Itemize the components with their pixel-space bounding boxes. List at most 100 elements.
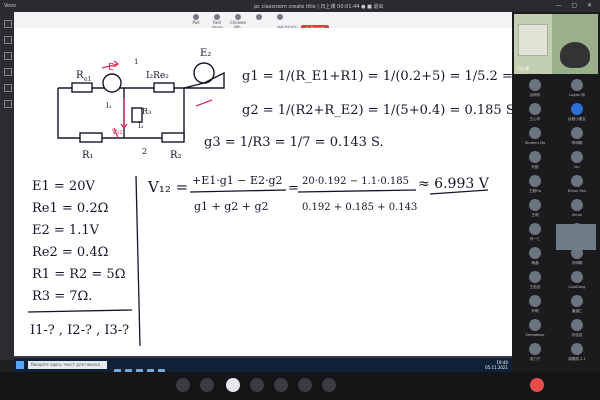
share-button[interactable] [226, 378, 240, 392]
svg-text:E₂: E₂ [200, 48, 211, 59]
svg-text:R3 = 7Ω.: R3 = 7Ω. [32, 289, 92, 304]
chat-toggle-button[interactable] [274, 378, 288, 392]
avatar [571, 343, 583, 355]
participant-panel: 日上课 谷明宇 Logan 用王心宇 后程小朋友 Student Mo 李明明 刘韵 Ian… [512, 12, 600, 372]
cam-person [560, 42, 590, 68]
window-controls[interactable]: — ▢ ✕ [555, 2, 596, 9]
toolbar-item-chinese[interactable]: Chinese Wh. [228, 14, 248, 30]
shared-thumbnail[interactable] [556, 224, 596, 250]
title-bar: Voov pc classroom create title | 日上课 00:… [0, 0, 600, 12]
record-toggle-button[interactable] [298, 378, 312, 392]
participant-name: Ethan Ren [567, 189, 587, 193]
app-name: Voov [4, 3, 17, 9]
search-box[interactable]: Введите здесь текст для поиска [28, 361, 107, 369]
svg-text:V₁₂: V₁₂ [112, 128, 123, 136]
svg-text:R₁: R₁ [82, 150, 94, 161]
leave-button[interactable] [530, 378, 544, 392]
avatar [571, 319, 583, 331]
v12-denominator-values: 0.192 + 0.185 + 0.143 [302, 202, 417, 213]
participant-name: 刘明 [531, 309, 539, 313]
avatar [571, 79, 583, 91]
tool5-icon [277, 14, 283, 20]
svg-text:I₃: I₃ [138, 122, 144, 130]
avatar [529, 175, 541, 187]
avatar [529, 151, 541, 163]
svg-text:R1 = R2 = 5Ω: R1 = R2 = 5Ω [32, 267, 125, 282]
settings-button[interactable] [322, 378, 336, 392]
whiteboard-canvas[interactable]: Re1 E I₂Re₂ E₂ R₃ I₁ I₃ V₁₂ R₁ 2 R₂ 1 g1… [14, 28, 571, 356]
participant-name: 后程小朋友 [568, 117, 586, 121]
svg-text:Re2 = 0.4Ω: Re2 = 0.4Ω [32, 245, 108, 260]
whiteboard-left-tools [0, 12, 14, 360]
svg-text:E2 = 1.1V: E2 = 1.1V [32, 223, 100, 238]
participant-name: 刘韵 [531, 165, 539, 169]
participant-name: Ian [574, 165, 580, 169]
tool-icon-3[interactable] [4, 52, 12, 60]
avatar [571, 151, 583, 163]
avatar [529, 79, 541, 91]
svg-text:I₂Re₂: I₂Re₂ [146, 71, 169, 81]
given-values: E1 = 20V Re1 = 0.2Ω E2 = 1.1V Re2 = 0.4Ω… [32, 179, 125, 304]
window-title: pc classroom create title | 日上课 00:01:44… [254, 4, 384, 10]
start-icon[interactable] [16, 361, 24, 369]
avatar [529, 271, 541, 283]
avatar [529, 223, 541, 235]
participant-name: 潘涵仁 [571, 309, 583, 313]
svg-text:I₁: I₁ [106, 102, 112, 110]
svg-text:R₃: R₃ [142, 107, 151, 116]
participant-name: 刘佳佳 [571, 333, 583, 337]
participant-name: Student Mo [524, 141, 546, 145]
svg-text:R₂: R₂ [170, 150, 182, 161]
tool-icon-2[interactable] [4, 36, 12, 44]
participant-name: Zimbabwe [525, 333, 545, 337]
participant-name: Logan 用 [569, 93, 585, 97]
avatar [529, 199, 541, 211]
handwriting-svg: Re1 E I₂Re₂ E₂ R₃ I₁ I₃ V₁₂ R₁ 2 R₂ 1 g1… [27, 48, 571, 347]
eq-g1: g1 = 1/(R_E1+R1) = 1/(0.2+5) = 1/5.2 = 0… [242, 69, 512, 84]
v12-numerator-values: 20·0.192 − 1.1·0.185 [302, 176, 409, 187]
question: I1-? , I2-? , I3-? [30, 323, 129, 338]
toolbar-item-4[interactable] [249, 14, 269, 26]
tool-icon-5[interactable] [4, 84, 12, 92]
participant-name: 李明明 [571, 141, 583, 145]
avatar [571, 175, 583, 187]
toolbar-item-pull[interactable]: Pull [186, 14, 206, 26]
whiteboard-toolbar: Pull Fast share Chinese Wh. [14, 12, 512, 30]
avatar [571, 103, 583, 115]
svg-text:E1 = 20V: E1 = 20V [32, 179, 95, 194]
participant-name: 汤力宁 [529, 357, 541, 361]
participant-tile[interactable]: 胡丽丽 2.1 [556, 340, 598, 368]
avatar [529, 127, 541, 139]
svg-text:e1: e1 [84, 76, 91, 83]
camera-feed: 日上课 [514, 14, 598, 74]
avatar [529, 343, 541, 355]
participant-name: LiaoGang [568, 285, 586, 289]
avatar [571, 271, 583, 283]
camera-name: 日上课 [517, 66, 529, 71]
svg-text:Re1 = 0.2Ω: Re1 = 0.2Ω [32, 201, 108, 216]
tool4-icon [256, 14, 262, 20]
v12-result: ≈ 6.993 V [418, 176, 490, 192]
meeting-controls [0, 372, 600, 400]
tool-icon-4[interactable] [4, 68, 12, 76]
mic-button[interactable] [176, 378, 190, 392]
avatar [571, 295, 583, 307]
avatar [571, 199, 583, 211]
svg-text:=: = [288, 181, 299, 196]
avatar [529, 319, 541, 331]
participant-name: 谷明宇 [529, 93, 541, 97]
participant-name: 刘明明 [571, 261, 583, 265]
participant-tile[interactable]: 汤力宁 [514, 340, 556, 368]
avatar [529, 295, 541, 307]
participant-name: 王若含 [529, 285, 541, 289]
camera-button[interactable] [200, 378, 214, 392]
participant-name: 刘一仁 [529, 237, 541, 241]
participant-name: Imran [571, 213, 583, 217]
tool-icon-1[interactable] [4, 20, 12, 28]
participants-button[interactable] [250, 378, 264, 392]
v12-numerator: +E1·g1 − E2·g2 [192, 174, 283, 187]
toolbar-item-share[interactable]: Fast share [207, 14, 227, 30]
tool-icon-6[interactable] [4, 100, 12, 108]
v12-denominator: g1 + g2 + g2 [194, 200, 269, 213]
cam-shelf [518, 24, 548, 56]
